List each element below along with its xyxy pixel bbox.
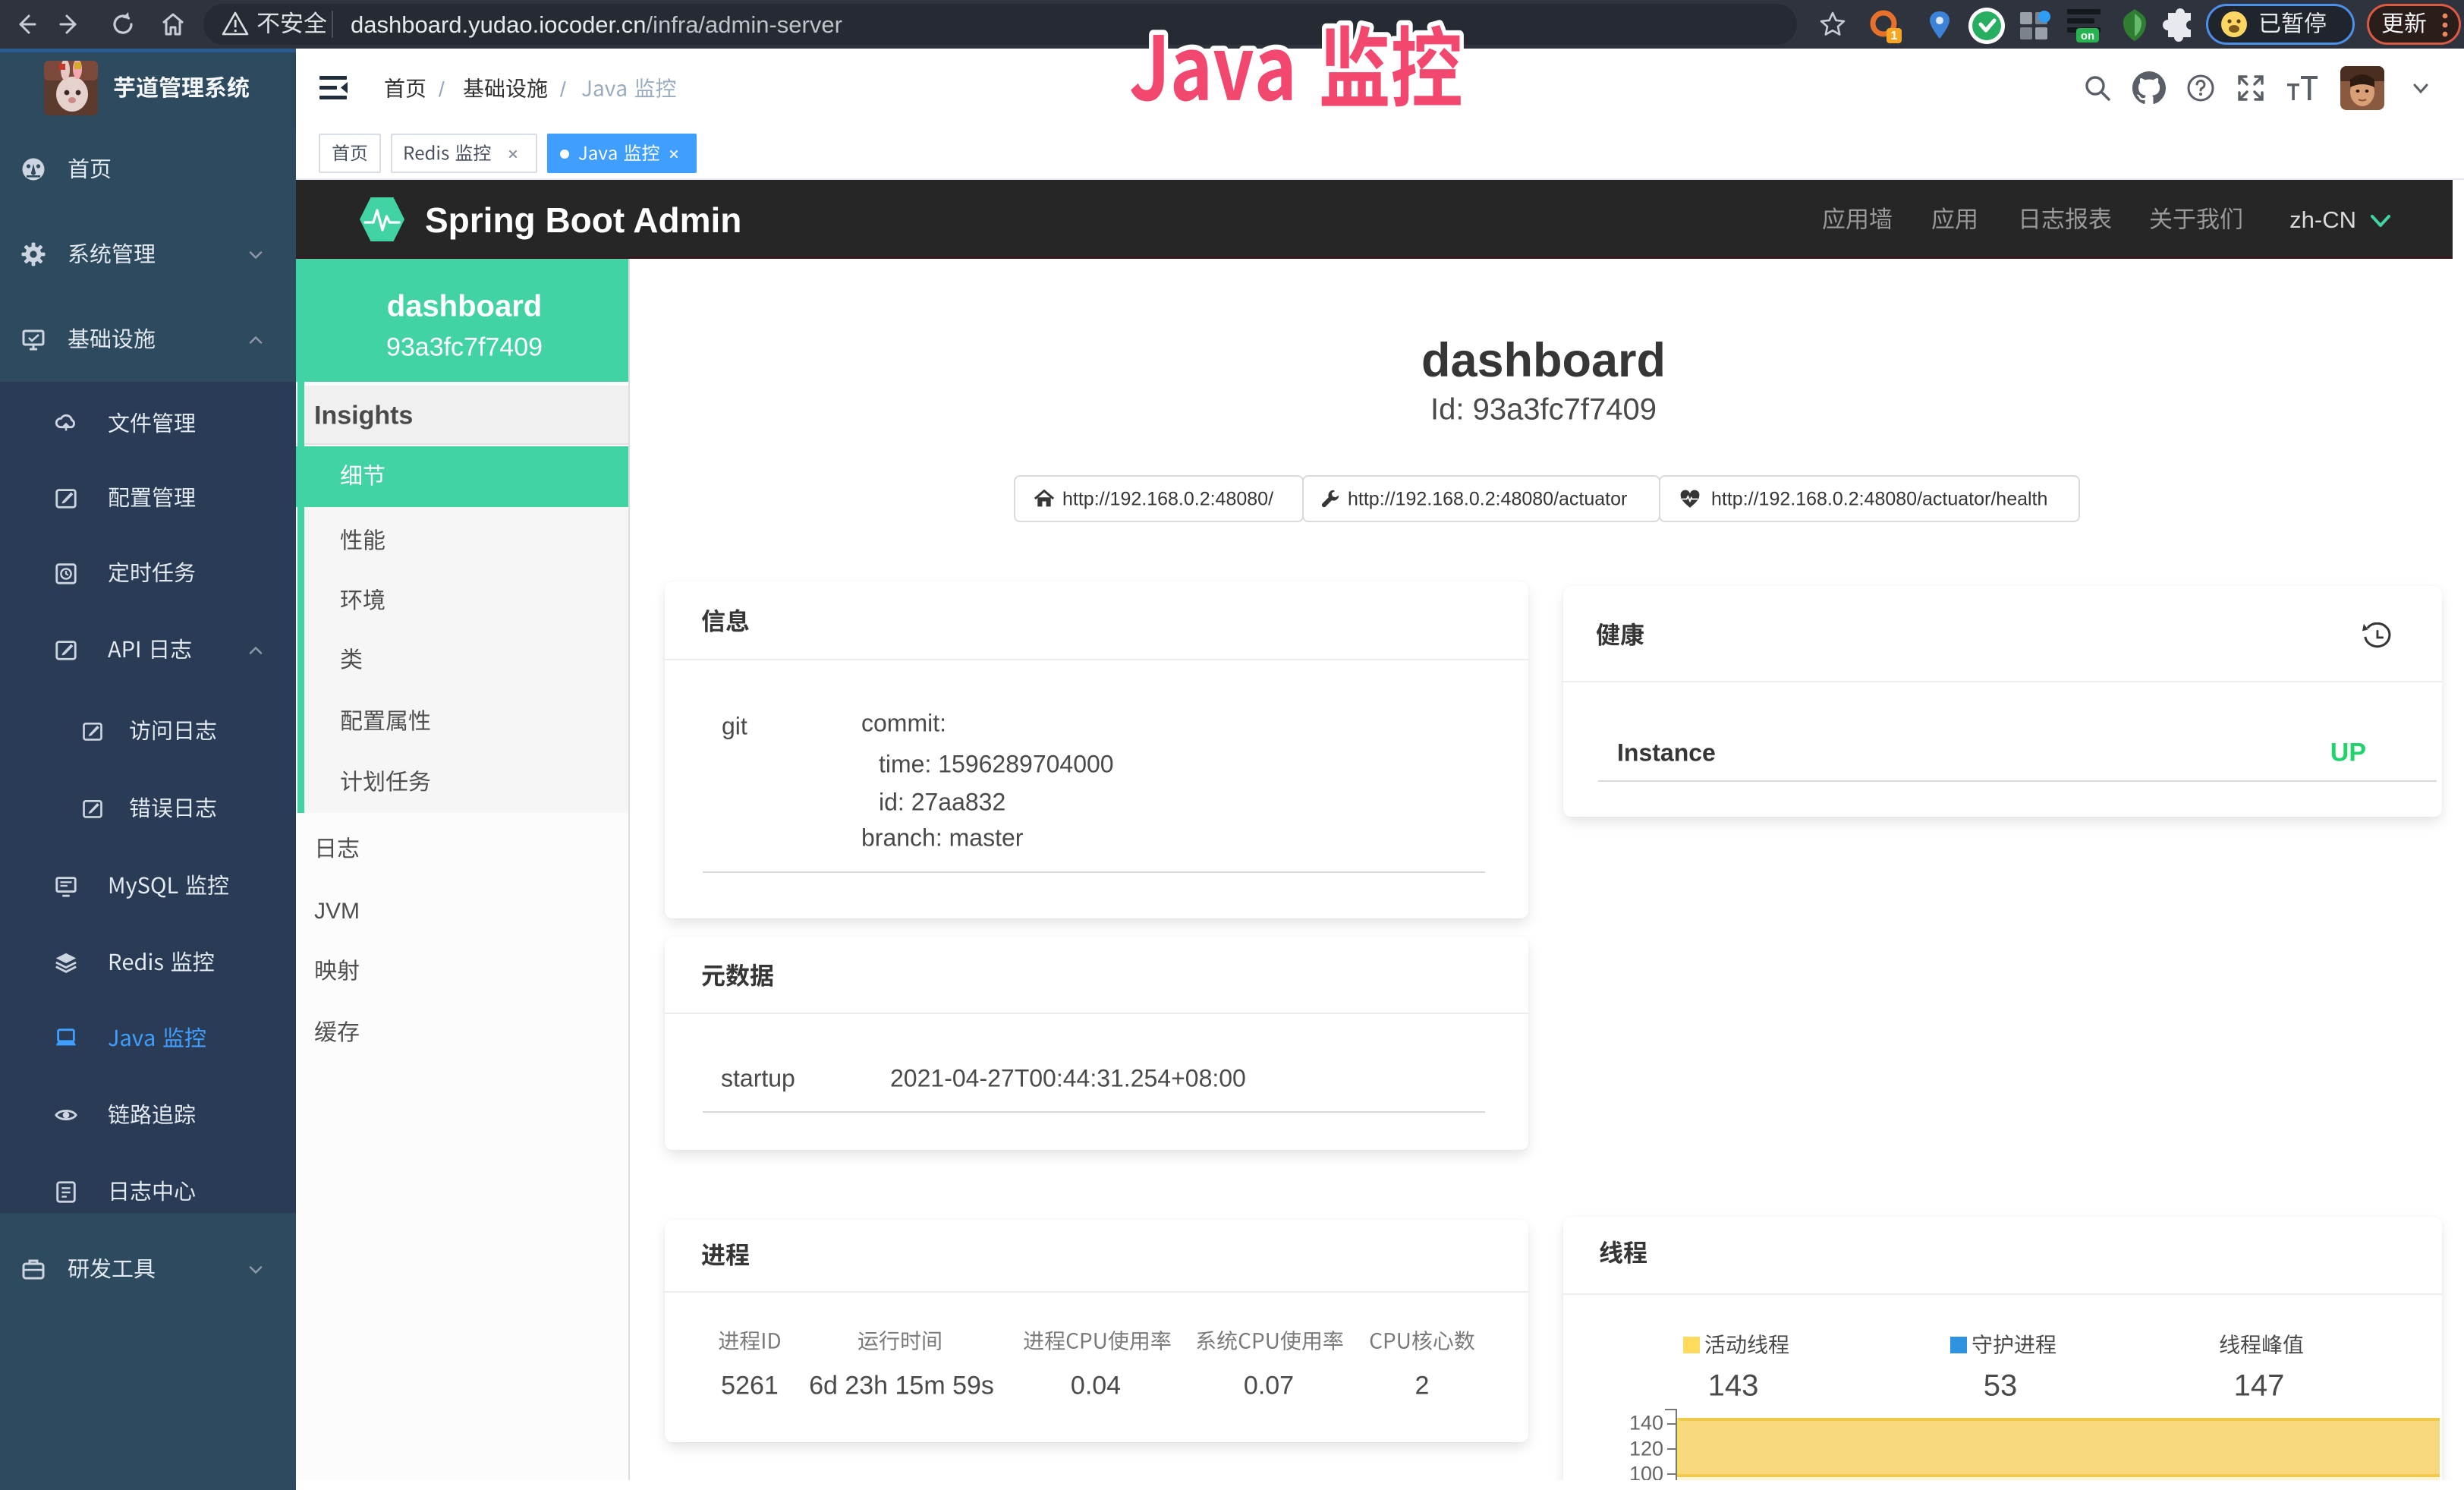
svg-text:on: on [2081, 30, 2094, 43]
svg-text:1: 1 [1891, 30, 1898, 43]
